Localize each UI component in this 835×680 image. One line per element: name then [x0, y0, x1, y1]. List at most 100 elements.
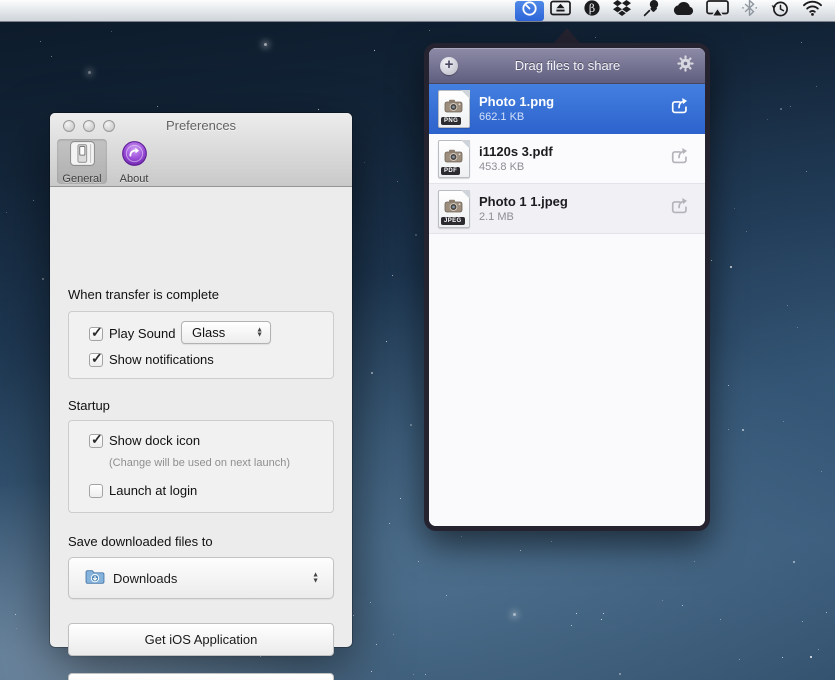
star — [415, 234, 417, 236]
share-icon[interactable] — [670, 197, 691, 220]
chevron-updown-icon: ▲▼ — [312, 573, 319, 584]
chevron-updown-icon: ▲▼ — [256, 327, 263, 338]
camera-art-icon — [444, 98, 464, 118]
share-icon[interactable] — [670, 147, 691, 170]
star — [376, 644, 377, 645]
star — [51, 56, 52, 57]
star — [826, 612, 827, 613]
tab-about[interactable]: About — [109, 139, 159, 184]
file-row[interactable]: PNG Photo 1.png 662.1 KB — [429, 84, 705, 134]
quit-button[interactable]: Quit — [68, 673, 334, 680]
popover-arrow — [554, 28, 580, 43]
eject-icon — [550, 0, 571, 21]
time-machine-icon — [770, 0, 790, 23]
tab-about-label: About — [120, 173, 149, 185]
star — [371, 671, 372, 672]
menubar-dropbox[interactable] — [607, 1, 637, 21]
menubar-bluetooth[interactable] — [735, 1, 764, 21]
menubar-eject[interactable] — [544, 1, 577, 21]
star — [410, 424, 412, 426]
star — [601, 619, 602, 620]
tab-general[interactable]: General — [57, 139, 107, 184]
notifications-checkbox[interactable] — [89, 353, 103, 367]
star — [742, 429, 744, 431]
sound-select[interactable]: Glass ▲▼ — [181, 321, 271, 344]
file-thumbnail-pdf: PDF — [438, 140, 470, 178]
file-name: i1120s 3.pdf — [479, 144, 661, 159]
dock-icon-note: (Change will be used on next launch) — [109, 457, 290, 469]
star — [619, 673, 621, 675]
star — [370, 602, 371, 603]
add-file-button plus-icon[interactable]: + — [440, 57, 458, 75]
menubar-beta[interactable]: β — [577, 1, 607, 21]
file-row[interactable]: PDF i1120s 3.pdf 453.8 KB — [429, 134, 705, 184]
star — [682, 605, 683, 606]
star — [400, 498, 401, 499]
menubar-time-machine[interactable] — [764, 1, 796, 21]
notifications-row: Show notifications — [89, 352, 214, 367]
dock-icon-row: Show dock icon — [89, 433, 200, 448]
star — [734, 208, 735, 209]
menubar-pin[interactable] — [637, 1, 666, 21]
star — [513, 613, 516, 616]
star — [662, 600, 663, 601]
star — [318, 109, 319, 110]
star — [720, 619, 721, 620]
popover-frame: + Drag files to share PNG Photo 1.png 66… — [424, 43, 710, 531]
star — [787, 305, 788, 306]
star — [260, 656, 261, 657]
star — [576, 613, 577, 614]
star — [816, 86, 817, 87]
file-texts: Photo 1 1.jpeg 2.1 MB — [479, 194, 661, 223]
star — [793, 561, 795, 563]
menubar-cloud[interactable] — [666, 1, 700, 21]
bluetooth-icon — [741, 0, 758, 22]
star — [88, 71, 91, 74]
camera-art-icon — [444, 198, 464, 218]
star — [111, 31, 112, 32]
star — [397, 181, 398, 182]
star — [551, 541, 552, 542]
file-type-badge: JPEG — [441, 217, 465, 225]
launch-login-checkbox[interactable] — [89, 484, 103, 498]
menubar-wifi[interactable] — [796, 1, 829, 21]
star — [801, 42, 802, 43]
star — [15, 614, 16, 615]
star — [389, 523, 390, 524]
star — [42, 278, 44, 280]
menubar-airplay[interactable] — [700, 1, 735, 21]
transfer-groupbox: Play Sound Glass ▲▼ Show notifications — [68, 311, 334, 379]
camera-art-icon — [444, 148, 464, 168]
save-section-heading: Save downloaded files to — [68, 534, 213, 549]
about-icon — [121, 140, 148, 172]
tab-general-label: General — [62, 173, 101, 185]
star — [767, 119, 768, 120]
star — [603, 613, 604, 614]
star — [33, 200, 34, 201]
file-row[interactable]: JPEG Photo 1 1.jpeg 2.1 MB — [429, 184, 705, 234]
startup-groupbox: Show dock icon (Change will be used on n… — [68, 420, 334, 513]
preferences-titlebar[interactable]: Preferences General About — [50, 113, 352, 187]
file-texts: i1120s 3.pdf 453.8 KB — [479, 144, 661, 173]
get-ios-button[interactable]: Get iOS Application — [68, 623, 334, 656]
drop-zone[interactable] — [429, 234, 705, 526]
file-texts: Photo 1.png 662.1 KB — [479, 94, 661, 123]
menubar-transfer-app[interactable] — [515, 1, 544, 21]
dock-icon-checkbox[interactable] — [89, 434, 103, 448]
file-type-badge: PDF — [441, 167, 460, 175]
share-icon[interactable] — [670, 97, 691, 120]
cloud-icon — [672, 1, 694, 21]
star — [392, 275, 393, 276]
dropbox-icon — [613, 0, 631, 22]
star — [810, 656, 812, 658]
settings-gear-icon[interactable] — [677, 55, 694, 77]
file-thumbnail-jpeg: JPEG — [438, 190, 470, 228]
beta-icon: β — [583, 0, 601, 22]
launch-login-label: Launch at login — [109, 483, 197, 498]
transfer-app-icon — [521, 0, 538, 22]
menu-bar: β — [0, 0, 835, 22]
play-sound-checkbox[interactable] — [89, 327, 103, 341]
star — [711, 260, 712, 261]
pin-icon — [643, 0, 660, 22]
save-folder-select[interactable]: Downloads ▲▼ — [68, 557, 334, 599]
